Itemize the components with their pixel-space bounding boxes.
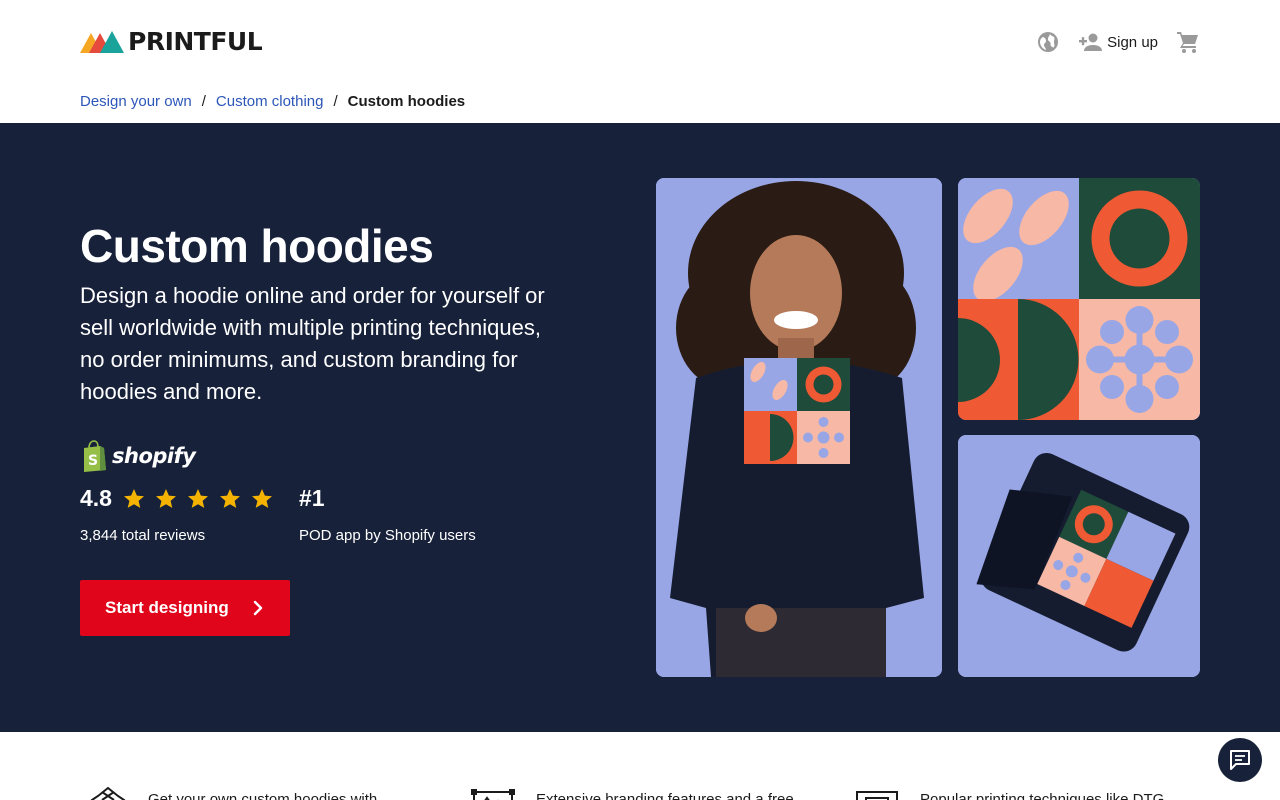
- signup-label: Sign up: [1107, 33, 1158, 51]
- globe-icon[interactable]: [1036, 30, 1060, 54]
- feature-item: Popular printing techniques like DTG: [854, 786, 1164, 800]
- star-icon: [187, 488, 208, 508]
- rank-label: POD app by Shopify users: [299, 527, 476, 544]
- signup-button[interactable]: Sign up: [1079, 32, 1158, 52]
- cart-icon[interactable]: [1176, 30, 1200, 54]
- breadcrumb: Design your own / Custom clothing / Cust…: [80, 93, 465, 110]
- star-icon: [155, 488, 176, 508]
- page-title: Custom hoodies: [80, 220, 434, 272]
- rating: 4.8: [80, 485, 281, 512]
- chat-button[interactable]: [1218, 738, 1262, 782]
- rating-stars: [121, 487, 281, 511]
- feature-text: Popular printing techniques like DTG: [920, 791, 1165, 800]
- printful-logo-icon: [80, 31, 124, 53]
- breadcrumb-design-your-own[interactable]: Design your own: [80, 93, 192, 110]
- star-icon: [123, 488, 144, 508]
- chevron-right-icon: [253, 600, 263, 616]
- feature-item: Get your own custom hoodies with: [88, 786, 377, 800]
- shirt-icon: [90, 786, 126, 800]
- breadcrumb-custom-clothing[interactable]: Custom clothing: [216, 93, 324, 110]
- branding-icon: [471, 789, 515, 800]
- star-icon: [219, 488, 240, 508]
- svg-text:S: S: [88, 453, 98, 469]
- shopify-logo: S shopify: [80, 440, 196, 472]
- cta-label: Start designing: [105, 598, 229, 617]
- folded-hoodie-image: [958, 435, 1200, 677]
- rank-value: #1: [299, 485, 325, 511]
- pattern-image: [958, 178, 1200, 420]
- breadcrumb-separator: /: [201, 93, 206, 110]
- hero-subtitle: Design a hoodie online and order for you…: [80, 283, 545, 404]
- chat-icon: [1230, 750, 1250, 770]
- reviews-count: 3,844 total reviews: [80, 527, 206, 544]
- features-strip: Get your own custom hoodies with Extensi…: [0, 732, 1280, 800]
- shopify-wordmark: shopify: [112, 444, 196, 468]
- hoodie-model-image: [656, 178, 942, 677]
- rating-value: 4.8: [80, 485, 112, 511]
- site-header: PRINTFUL Sign up: [0, 0, 1280, 84]
- feature-text: Get your own custom hoodies with: [148, 791, 378, 800]
- shopify-bag-icon: S: [84, 440, 106, 472]
- logo-text: PRINTFUL: [128, 27, 263, 56]
- breadcrumb-separator: /: [333, 93, 338, 110]
- add-user-icon: [1079, 33, 1103, 51]
- start-designing-button[interactable]: Start designing: [80, 580, 290, 636]
- breadcrumb-current: Custom hoodies: [347, 93, 466, 110]
- star-icon: [251, 488, 272, 508]
- printer-icon: [856, 791, 898, 800]
- hero-section: Custom hoodies Design a hoodie online an…: [0, 123, 1280, 732]
- header-actions: Sign up: [1036, 28, 1200, 56]
- feature-text: Extensive branding features and a free: [536, 791, 794, 800]
- printful-logo[interactable]: PRINTFUL: [80, 27, 263, 56]
- feature-item: Extensive branding features and a free: [470, 786, 794, 800]
